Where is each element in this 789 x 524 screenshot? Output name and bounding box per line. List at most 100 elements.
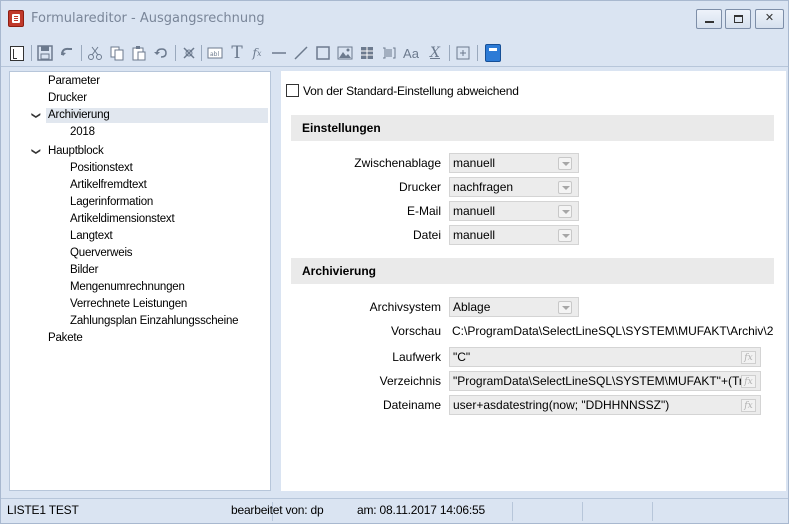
undo-arrow-icon[interactable] bbox=[151, 43, 171, 63]
archivsystem-select[interactable]: Ablage bbox=[449, 297, 579, 317]
tree-item-pakete[interactable]: Pakete bbox=[48, 331, 83, 346]
verzeichnis-label: Verzeichnis bbox=[379, 374, 441, 388]
toolbar-separator bbox=[477, 45, 478, 61]
override-checkbox[interactable] bbox=[286, 84, 299, 97]
properties-panel: Von der Standard-Einstellung abweichend … bbox=[281, 71, 786, 491]
tree-item-mengenumrechnungen[interactable]: Mengenumrechnungen bbox=[70, 280, 185, 295]
drucker-select[interactable]: nachfragen bbox=[449, 177, 579, 197]
close-icon: ✕ bbox=[764, 12, 775, 24]
font-icon[interactable]: Aa bbox=[401, 43, 421, 63]
toolbar-separator bbox=[31, 45, 32, 61]
verzeichnis-field[interactable]: "ProgramData\SelectLineSQL\SYSTEM\MUFAKT… bbox=[449, 371, 761, 391]
tree-item-lagerinformation[interactable]: Lagerinformation bbox=[70, 195, 153, 210]
vorschau-label: Vorschau bbox=[390, 324, 441, 338]
barcode-icon[interactable] bbox=[379, 43, 399, 63]
vorschau-path: C:\ProgramData\SelectLineSQL\SYSTEM\MUFA… bbox=[452, 324, 773, 338]
chevron-down-icon[interactable] bbox=[558, 157, 572, 170]
horizontal-line-icon[interactable] bbox=[269, 43, 289, 63]
email-select[interactable]: manuell bbox=[449, 201, 579, 221]
undo-icon[interactable] bbox=[57, 43, 77, 63]
formula-icon[interactable]: fx bbox=[741, 351, 756, 364]
archivsystem-label: Archivsystem bbox=[369, 300, 441, 314]
maximize-button[interactable] bbox=[725, 9, 751, 29]
minimize-button[interactable] bbox=[696, 9, 722, 29]
tree-item-positionstext[interactable]: Positionstext bbox=[70, 161, 133, 176]
stamp-icon[interactable] bbox=[179, 43, 199, 63]
chevron-down-icon[interactable] bbox=[558, 181, 572, 194]
archiving-section-header: Archivierung bbox=[291, 258, 774, 284]
tree-item-bilder[interactable]: Bilder bbox=[70, 263, 98, 278]
tree-toggle-icon[interactable] bbox=[7, 43, 27, 63]
email-label: E-Mail bbox=[406, 204, 441, 218]
formula-icon[interactable]: fx bbox=[247, 43, 267, 63]
status-panel-empty bbox=[653, 502, 786, 521]
dateiname-value: user+asdatestring(now; "DDHHNNSSZ") bbox=[453, 398, 670, 412]
tree-item-hauptblock[interactable]: Hauptblock bbox=[48, 144, 104, 159]
laufwerk-field[interactable]: "C" fx bbox=[449, 347, 761, 367]
toolbar-separator bbox=[201, 45, 202, 61]
table-icon[interactable] bbox=[357, 43, 377, 63]
save-icon[interactable] bbox=[35, 43, 55, 63]
special-icon[interactable] bbox=[453, 43, 473, 63]
title-bar: Formulareditor - Ausgangsrechnung ✕ bbox=[1, 1, 788, 39]
svg-text:abl: abl bbox=[210, 51, 219, 58]
text-icon[interactable]: T bbox=[227, 43, 247, 63]
tree-item-2018[interactable]: 2018 bbox=[70, 125, 95, 140]
tree-item-zahlungsplan[interactable]: Zahlungsplan Einzahlungsscheine bbox=[70, 314, 239, 329]
close-button[interactable]: ✕ bbox=[755, 9, 784, 29]
zwischenablage-value: manuell bbox=[453, 156, 496, 170]
textfield-icon[interactable]: abl bbox=[205, 43, 225, 63]
drucker-label: Drucker bbox=[398, 180, 441, 194]
image-icon[interactable] bbox=[335, 43, 355, 63]
tree-item-parameter[interactable]: Parameter bbox=[48, 74, 100, 89]
formula-icon[interactable]: fx bbox=[741, 375, 756, 388]
diagonal-line-icon[interactable] bbox=[291, 43, 311, 63]
tree-item-drucker[interactable]: Drucker bbox=[48, 91, 87, 106]
chevron-down-icon[interactable] bbox=[558, 301, 572, 314]
cut-icon[interactable] bbox=[85, 43, 105, 63]
tree-item-artikelfremdtext[interactable]: Artikelfremdtext bbox=[70, 178, 147, 193]
datei-select[interactable]: manuell bbox=[449, 225, 579, 245]
status-panel-empty bbox=[513, 502, 583, 521]
chevron-down-icon[interactable] bbox=[558, 205, 572, 218]
tree-item-archivierung[interactable]: Archivierung bbox=[46, 108, 268, 123]
tree-item-verrechnete-leistungen[interactable]: Verrechnete Leistungen bbox=[70, 297, 187, 312]
blue-info-icon[interactable] bbox=[483, 43, 503, 63]
format-icon[interactable]: X bbox=[425, 43, 445, 63]
toolbar-separator bbox=[175, 45, 176, 61]
override-checkbox-label[interactable]: Von der Standard-Einstellung abweichend bbox=[303, 84, 519, 98]
datei-value: manuell bbox=[453, 228, 496, 242]
datei-label: Datei bbox=[412, 228, 441, 242]
status-bar: LISTE1 TEST bearbeitet von: dp am: 08.11… bbox=[1, 498, 788, 523]
verzeichnis-value: "ProgramData\SelectLineSQL\SYSTEM\MUFAKT… bbox=[453, 374, 750, 388]
archiving-section-title: Archivierung bbox=[302, 264, 377, 278]
status-date: am: 08.11.2017 14:06:55 bbox=[351, 502, 513, 521]
formula-icon[interactable]: fx bbox=[741, 399, 756, 412]
laufwerk-label: Laufwerk bbox=[392, 350, 441, 364]
archivsystem-value: Ablage bbox=[453, 300, 491, 314]
dateiname-field[interactable]: user+asdatestring(now; "DDHHNNSSZ") fx bbox=[449, 395, 761, 415]
tree-item-artikeldimensionstext[interactable]: Artikeldimensionstext bbox=[70, 212, 175, 227]
zwischenablage-label: Zwischenablage bbox=[354, 156, 441, 170]
laufwerk-value: "C" bbox=[453, 350, 471, 364]
formulareditor-window: Formulareditor - Ausgangsrechnung ✕ abl … bbox=[0, 0, 789, 524]
settings-section-header: Einstellungen bbox=[291, 115, 774, 141]
copy-icon[interactable] bbox=[107, 43, 127, 63]
paste-icon[interactable] bbox=[129, 43, 149, 63]
email-value: manuell bbox=[453, 204, 496, 218]
structure-tree: Parameter Drucker ❯ Archivierung 2018 ❯ … bbox=[9, 71, 271, 491]
tree-item-querverweis[interactable]: Querverweis bbox=[70, 246, 133, 261]
window-title: Formulareditor - Ausgangsrechnung bbox=[31, 11, 265, 26]
chevron-down-icon[interactable]: ❯ bbox=[30, 112, 41, 120]
zwischenablage-select[interactable]: manuell bbox=[449, 153, 579, 173]
chevron-down-icon[interactable] bbox=[558, 229, 572, 242]
status-edited-by: bearbeitet von: dp bbox=[231, 503, 324, 517]
toolbar-separator bbox=[449, 45, 450, 61]
app-icon bbox=[8, 10, 24, 27]
toolbar: abl T fx Aa X bbox=[1, 39, 788, 67]
rectangle-icon[interactable] bbox=[313, 43, 333, 63]
maximize-icon bbox=[734, 15, 743, 23]
tree-item-langtext[interactable]: Langtext bbox=[70, 229, 113, 244]
status-panel-empty bbox=[583, 502, 653, 521]
chevron-down-icon[interactable]: ❯ bbox=[30, 148, 41, 156]
